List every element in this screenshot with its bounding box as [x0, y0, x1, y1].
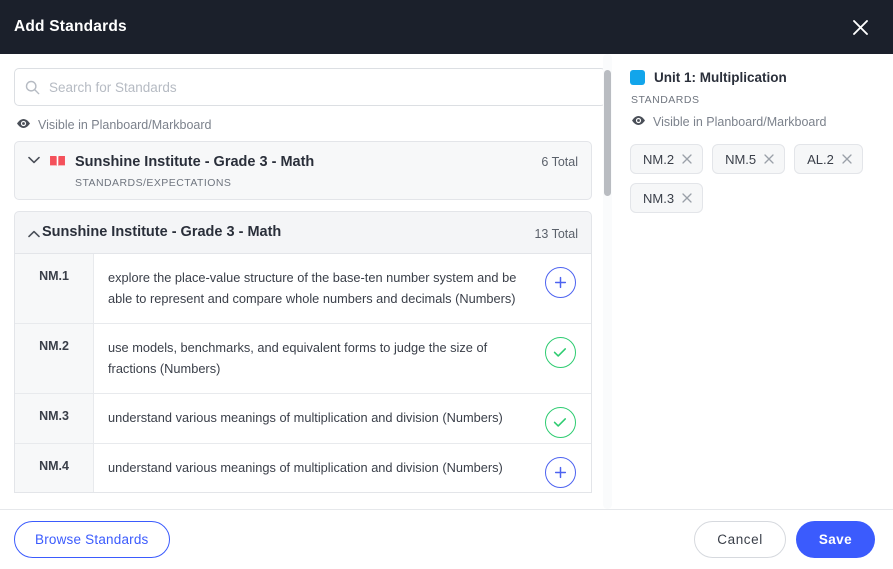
visibility-toggle-left[interactable]: Visible in Planboard/Markboard [0, 106, 620, 141]
save-button[interactable]: Save [795, 521, 875, 558]
standards-table: NM.1 explore the place-value structure o… [14, 254, 592, 493]
group-subtitle: STANDARDS/EXPECTATIONS [75, 177, 232, 189]
standards-section-label: STANDARDS [631, 94, 700, 106]
standard-action-cell [529, 324, 591, 393]
group-info: Sunshine Institute - Grade 3 - Math STAN… [75, 153, 541, 189]
search-input[interactable] [49, 79, 595, 95]
list-item[interactable]: NM.3 [630, 183, 704, 213]
chip-label: NM.5 [725, 151, 757, 167]
close-icon[interactable] [764, 154, 774, 164]
chip-label: AL.2 [807, 151, 834, 167]
standard-code: NM.4 [15, 443, 94, 492]
table-row: NM.1 explore the place-value structure o… [15, 254, 591, 324]
standard-action-cell [529, 254, 591, 323]
modal-header: Add Standards [0, 0, 893, 54]
selected-standard-chips: NM.2 NM.5 AL.2 NM.3 [630, 144, 877, 213]
chip-label: NM.2 [643, 151, 675, 167]
close-icon[interactable] [845, 12, 875, 42]
book-icon [49, 154, 66, 168]
visibility-label-left: Visible in Planboard/Markboard [38, 118, 212, 132]
standard-code: NM.3 [15, 394, 94, 443]
eye-icon [16, 118, 31, 132]
group-info-expanded: Sunshine Institute - Grade 3 - Math [42, 223, 534, 242]
plus-circle-icon[interactable] [544, 267, 576, 298]
standard-description: understand various meanings of multiplic… [108, 410, 503, 425]
standards-list-scrollbar-thumb[interactable] [604, 70, 611, 196]
chevron-down-icon[interactable] [26, 156, 42, 164]
browse-standards-button[interactable]: Browse Standards [14, 521, 170, 558]
check-circle-icon[interactable] [544, 407, 576, 438]
eye-icon [631, 115, 646, 129]
standards-list: Sunshine Institute - Grade 3 - Math STAN… [0, 141, 620, 509]
chevron-up-icon[interactable] [26, 230, 42, 238]
search-box[interactable] [14, 68, 606, 106]
list-item[interactable]: NM.5 [712, 144, 786, 174]
table-row: NM.4 understand various meanings of mult… [15, 443, 591, 493]
unit-header: Unit 1: Multiplication [630, 70, 877, 85]
close-icon[interactable] [682, 193, 692, 203]
modal-body: Visible in Planboard/Markboard [0, 54, 893, 509]
footer-actions: Cancel Save [694, 521, 875, 558]
standard-code: NM.1 [15, 254, 94, 323]
visibility-label-right: Visible in Planboard/Markboard [653, 115, 827, 129]
page-title: Add Standards [14, 18, 127, 35]
standard-description: understand various meanings of multiplic… [108, 459, 503, 475]
standards-group-collapsed[interactable]: Sunshine Institute - Grade 3 - Math STAN… [14, 141, 592, 200]
visibility-toggle-right[interactable]: Visible in Planboard/Markboard [631, 115, 877, 129]
standard-code: NM.2 [15, 324, 94, 393]
standard-action-cell [529, 394, 591, 443]
unit-name: Unit 1: Multiplication [654, 70, 787, 85]
group-total-count: 13 Total [534, 226, 578, 241]
modal-footer: Browse Standards Cancel Save [0, 509, 893, 569]
add-standards-modal: Add Standards Visible in Planboard/Mar [0, 0, 893, 569]
close-icon[interactable] [842, 154, 852, 164]
selected-standards-pane: Unit 1: Multiplication STANDARDS Visible… [620, 54, 893, 509]
table-row: NM.3 understand various meanings of mult… [15, 394, 591, 444]
cancel-button[interactable]: Cancel [694, 521, 786, 558]
standards-browser-pane: Visible in Planboard/Markboard [0, 54, 620, 509]
group-title: Sunshine Institute - Grade 3 - Math [75, 154, 315, 170]
standards-group-expanded[interactable]: Sunshine Institute - Grade 3 - Math 13 T… [14, 211, 592, 254]
standard-description: explore the place-value structure of the… [108, 270, 517, 306]
search-icon [25, 80, 40, 95]
table-row: NM.2 use models, benchmarks, and equival… [15, 324, 591, 394]
list-item[interactable]: NM.2 [630, 144, 704, 174]
group-title: Sunshine Institute - Grade 3 - Math [42, 224, 282, 240]
close-icon[interactable] [682, 154, 692, 164]
standard-description: use models, benchmarks, and equivalent f… [108, 340, 488, 376]
unit-color-swatch [630, 70, 645, 85]
check-circle-icon[interactable] [544, 337, 576, 368]
standard-action-cell [529, 444, 591, 493]
group-total-count: 6 Total [541, 155, 578, 169]
plus-circle-icon[interactable] [544, 456, 576, 488]
search-wrapper [0, 68, 620, 106]
list-item[interactable]: AL.2 [794, 144, 863, 174]
chip-label: NM.3 [643, 190, 675, 206]
